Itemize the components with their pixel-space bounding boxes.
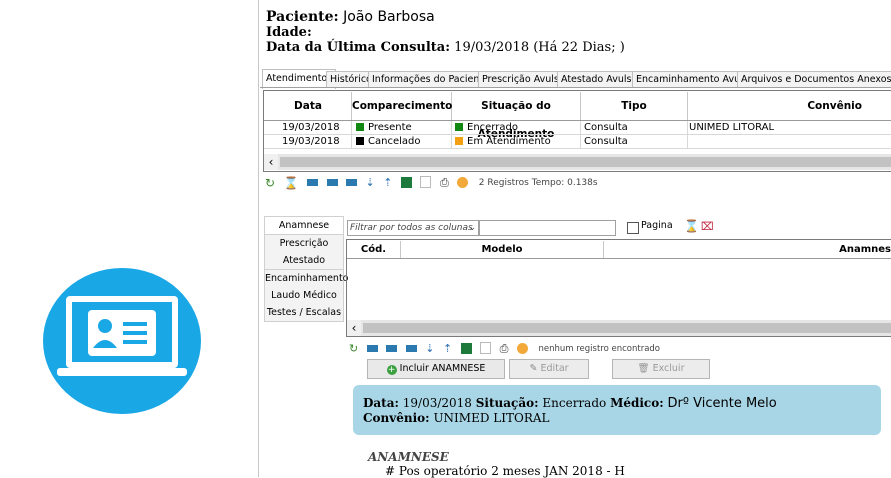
pencil-icon: ✎ xyxy=(529,363,538,374)
last-consult-label: Data da Última Consulta: xyxy=(266,40,451,55)
hourglass-icon[interactable]: ⌛ xyxy=(684,219,699,233)
print-icon[interactable]: ⎙ xyxy=(500,342,509,355)
document-icon[interactable] xyxy=(480,342,492,354)
clear-filter-icon[interactable]: ⌧ xyxy=(701,220,714,233)
search-config-icon[interactable] xyxy=(516,342,528,354)
col-header-convenio[interactable]: Convênio xyxy=(688,92,891,120)
col-header-cod[interactable]: Cód. xyxy=(347,241,401,258)
print-icon[interactable]: ⎙ xyxy=(440,176,449,189)
status-green-icon xyxy=(455,123,463,131)
anamnese-line: # Pos operatório 2 meses JAN 2018 - H xyxy=(385,464,625,478)
search-config-icon[interactable] xyxy=(457,176,469,188)
col-divider xyxy=(351,121,352,148)
patient-name-line: Paciente: João Barbosa xyxy=(266,9,435,25)
sort-desc-icon[interactable]: ⇡ xyxy=(443,342,452,355)
scroll-left-icon[interactable]: ‹ xyxy=(264,154,278,170)
col-divider xyxy=(687,121,688,148)
pagina-label: Pagina xyxy=(641,220,673,231)
subgrid-toolbar: ↻ ⇣ ⇡ ⎙ nenhum registro encontrado xyxy=(349,341,660,355)
hourglass-icon[interactable]: ⌛ xyxy=(284,176,299,190)
tab-arquivos-documentos[interactable]: Arquivos e Documentos Anexos xyxy=(737,71,891,88)
excel-icon[interactable] xyxy=(400,176,412,188)
nav-atestado[interactable]: Atestado xyxy=(264,252,344,270)
tab-prescricao-avulsa[interactable]: Prescrição Avulsa xyxy=(478,71,569,88)
card-icon[interactable] xyxy=(366,344,378,352)
excluir-button[interactable]: 🗑 Excluir xyxy=(612,359,710,379)
pagina-checkbox[interactable] xyxy=(627,222,639,234)
cell-comparecimento: Presente xyxy=(354,121,412,134)
col-header-situacao[interactable]: Situação do Atendimento xyxy=(452,92,581,140)
sub-horizontal-scrollbar[interactable]: ‹ xyxy=(347,320,891,336)
refresh-icon[interactable]: ↻ xyxy=(349,342,358,355)
patient-age-line: Idade: xyxy=(266,25,312,40)
card-icon[interactable] xyxy=(326,178,338,186)
grid-toolbar: ↻ ⌛ ⇣ ⇡ ⎙ 2 Registros Tempo: 0.138s xyxy=(265,175,598,190)
nav-anamnese[interactable]: Anamnese xyxy=(264,217,344,235)
card-icon[interactable] xyxy=(307,178,319,186)
patient-name-label: Paciente: xyxy=(266,9,339,25)
col-header-modelo[interactable]: Modelo xyxy=(401,241,604,258)
status-green-icon xyxy=(356,123,364,131)
patient-age-label: Idade: xyxy=(266,25,312,40)
scrollbar-thumb[interactable] xyxy=(363,323,891,333)
col-divider xyxy=(580,121,581,148)
tab-atestado-avulso[interactable]: Atestado Avulso xyxy=(557,71,642,88)
nav-testes-escalas[interactable]: Testes / Escalas xyxy=(264,304,344,322)
horizontal-scrollbar[interactable]: ‹ xyxy=(264,154,891,170)
patient-name: João Barbosa xyxy=(343,9,435,25)
nav-prescricao[interactable]: Prescrição xyxy=(264,235,344,253)
sort-desc-icon[interactable]: ⇡ xyxy=(383,176,392,189)
col-header-comparecimento[interactable]: Comparecimento xyxy=(352,92,452,120)
consult-info-line2: Convênio: UNIMED LITORAL xyxy=(363,411,550,425)
cell-situacao: Em Atendimento xyxy=(453,135,551,148)
subgrid-header-separator xyxy=(347,258,891,259)
col-divider xyxy=(451,121,452,148)
nav-encaminhamento[interactable]: Encaminhamento xyxy=(264,270,348,288)
nav-laudo-medico[interactable]: Laudo Médico xyxy=(264,287,344,305)
incluir-anamnese-button[interactable]: + Incluir ANAMNESE xyxy=(367,359,505,379)
laptop-id-card-icon xyxy=(57,296,187,376)
cell-comparecimento: Cancelado xyxy=(354,135,420,148)
sort-asc-icon[interactable]: ⇣ xyxy=(366,176,375,189)
scrollbar-thumb[interactable] xyxy=(280,157,891,167)
status-black-icon xyxy=(356,137,364,145)
editar-button[interactable]: ✎ Editar xyxy=(509,359,589,379)
document-icon[interactable] xyxy=(420,176,432,188)
consult-info-line1: Data: 19/03/2018 Situação: Encerrado Méd… xyxy=(363,396,777,411)
last-consult-value: 19/03/2018 (Há 22 Dias; ) xyxy=(454,40,625,55)
last-consult-line: Data da Última Consulta: 19/03/2018 (Há … xyxy=(266,40,625,55)
scroll-left-icon[interactable]: ‹ xyxy=(347,320,361,336)
chevron-down-icon: ⌄ xyxy=(468,223,476,233)
card-icon[interactable] xyxy=(346,178,358,186)
table-row[interactable]: 19/03/2018 Presente Encerrado Consulta U… xyxy=(264,121,891,134)
cell-tipo: Consulta xyxy=(584,136,628,147)
refresh-icon[interactable]: ↻ xyxy=(265,176,275,190)
tab-informacoes-paciente[interactable]: Informações do Paciente xyxy=(368,71,493,88)
vertical-divider xyxy=(258,0,259,477)
add-icon: + xyxy=(386,365,397,375)
filter-dropdown[interactable]: Filtrar por todos as colunas ⌄ xyxy=(347,220,480,236)
col-header-data[interactable]: Data xyxy=(265,92,352,120)
cell-tipo: Consulta xyxy=(584,122,628,133)
subgrid-status: nenhum registro encontrado xyxy=(538,344,661,354)
card-icon[interactable] xyxy=(386,344,398,352)
anamnese-title: ANAMNESE xyxy=(368,450,449,464)
grid-status: 2 Registros Tempo: 0.138s xyxy=(478,178,598,188)
filter-input[interactable] xyxy=(478,220,616,236)
excel-icon[interactable] xyxy=(460,342,472,354)
sort-asc-icon[interactable]: ⇣ xyxy=(425,342,434,355)
cell-data: 19/03/2018 xyxy=(282,122,340,133)
row-divider xyxy=(264,148,891,149)
app-logo xyxy=(43,268,201,414)
trash-icon: 🗑 xyxy=(637,363,650,374)
cell-situacao: Encerrado xyxy=(453,121,518,134)
card-icon[interactable] xyxy=(405,344,417,352)
status-orange-icon xyxy=(455,137,463,145)
cell-data: 19/03/2018 xyxy=(282,136,340,147)
table-row[interactable]: 19/03/2018 Cancelado Em Atendimento Cons… xyxy=(264,135,891,148)
cell-convenio: UNIMED LITORAL xyxy=(689,122,775,133)
tabbar-border xyxy=(260,87,891,88)
col-header-anamnese[interactable]: Anamnes xyxy=(604,241,891,258)
col-header-tipo[interactable]: Tipo xyxy=(581,92,688,120)
